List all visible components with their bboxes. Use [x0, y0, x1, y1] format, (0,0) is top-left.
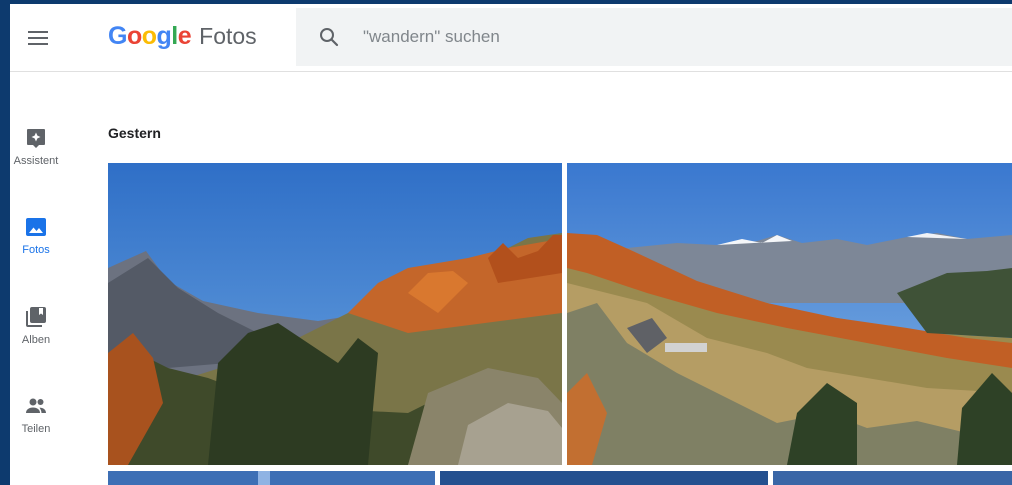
google-photos-logo[interactable]: G o o g l e Fotos	[108, 18, 257, 54]
sky-photo-thumbnail	[773, 471, 1012, 485]
sidebar-item-label: Teilen	[21, 423, 51, 435]
main-menu-button[interactable]	[22, 22, 54, 54]
photo-icon	[26, 218, 46, 236]
sidebar: Assistent Fotos Alben Teilen	[10, 72, 90, 485]
date-section-title: Gestern	[108, 125, 161, 141]
google-photos-window: G o o g l e Fotos Assistent	[10, 4, 1012, 485]
top-bar: G o o g l e Fotos	[10, 4, 1012, 72]
photo-tile[interactable]	[773, 471, 1012, 485]
product-name: Fotos	[199, 23, 257, 49]
logo-letter: o	[141, 22, 157, 50]
albums-icon	[26, 307, 46, 327]
sidebar-item-label: Assistent	[13, 155, 59, 167]
photo-tile[interactable]	[440, 471, 768, 485]
logo-letter: e	[177, 22, 192, 50]
sky-photo-thumbnail	[108, 471, 435, 485]
sidebar-item-label: Alben	[21, 334, 51, 346]
hamburger-menu-icon	[28, 31, 48, 45]
alpine-panorama-photo	[567, 163, 1012, 465]
search-bar[interactable]	[296, 8, 1012, 66]
mountain-autumn-photo	[108, 163, 562, 465]
logo-letter: G	[108, 22, 127, 50]
sidebar-item-sharing[interactable]: Teilen	[10, 388, 62, 458]
people-icon	[26, 398, 46, 413]
sidebar-item-albums[interactable]: Alben	[10, 299, 62, 369]
search-icon[interactable]	[317, 25, 341, 49]
google-wordmark: G o o g l e	[108, 18, 192, 54]
photo-tile[interactable]	[108, 471, 435, 485]
sidebar-item-photos[interactable]: Fotos	[10, 209, 62, 279]
sidebar-item-label: Fotos	[22, 244, 50, 256]
logo-letter: g	[156, 22, 172, 50]
search-input[interactable]	[361, 26, 965, 48]
assistant-icon	[27, 129, 45, 148]
photo-tile[interactable]	[567, 163, 1012, 465]
photo-tile[interactable]	[108, 163, 562, 465]
sky-photo-thumbnail	[440, 471, 768, 485]
logo-letter: o	[126, 22, 142, 50]
sidebar-item-assistant[interactable]: Assistent	[10, 120, 62, 190]
